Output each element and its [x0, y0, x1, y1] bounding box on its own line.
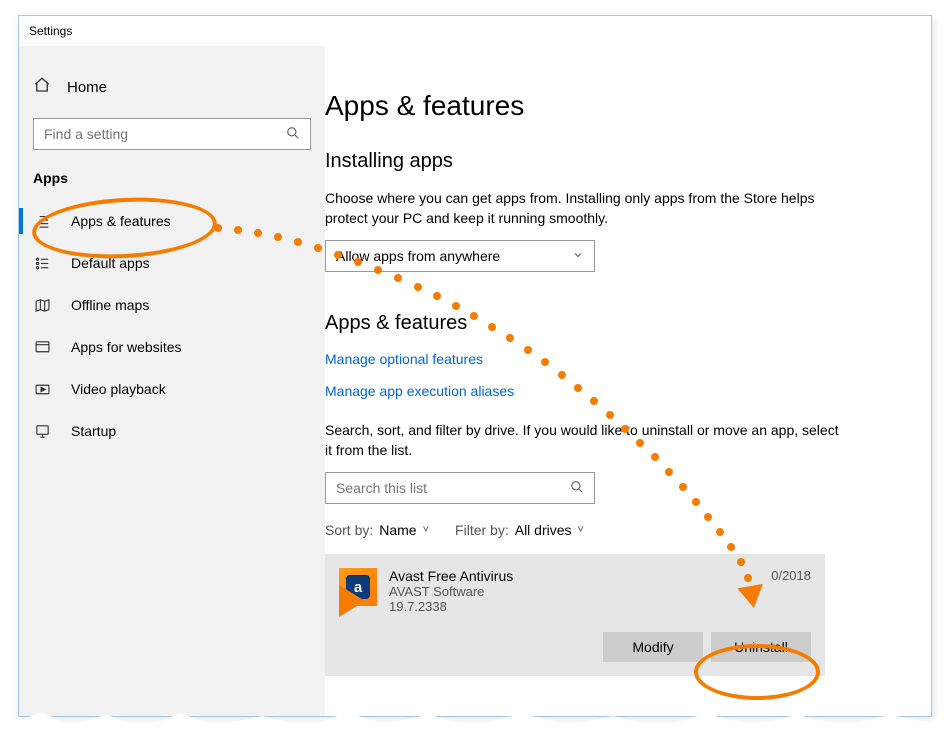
link-manage-execution-aliases[interactable]: Manage app execution aliases: [325, 383, 891, 399]
sidebar: Home Apps Apps & features: [19, 46, 325, 716]
search-icon: [286, 126, 300, 143]
app-search-input[interactable]: [336, 480, 570, 496]
sort-by[interactable]: Sort by: Name ˅: [325, 522, 429, 538]
filter-description: Search, sort, and filter by drive. If yo…: [325, 421, 845, 460]
startup-icon: [33, 422, 51, 440]
filter-by[interactable]: Filter by: All drives ˅: [455, 522, 584, 538]
sidebar-item-offline-maps[interactable]: Offline maps: [19, 284, 325, 326]
sort-value: Name: [379, 522, 416, 538]
app-list-item[interactable]: a Avast Free Antivirus AVAST Software 19…: [325, 554, 825, 676]
app-install-date: 0/2018: [771, 568, 811, 583]
sidebar-item-label: Default apps: [71, 255, 150, 271]
sidebar-section-label: Apps: [19, 170, 325, 200]
subsection-title: Apps & features: [325, 312, 891, 335]
sidebar-item-label: Video playback: [71, 381, 166, 397]
sidebar-nav: Apps & features Default apps Offline map…: [19, 200, 325, 452]
avast-app-icon: a: [339, 568, 377, 606]
settings-body: Home Apps Apps & features: [19, 46, 931, 716]
window-title: Settings: [29, 24, 72, 38]
chevron-down-icon: ˅: [578, 524, 584, 536]
app-name: Avast Free Antivirus: [389, 568, 811, 584]
sidebar-item-default-apps[interactable]: Default apps: [19, 242, 325, 284]
content-inner: Apps & features Installing apps Choose w…: [325, 90, 891, 676]
modify-button[interactable]: Modify: [603, 632, 703, 662]
install-description: Choose where you can get apps from. Inst…: [325, 189, 845, 228]
sidebar-item-startup[interactable]: Startup: [19, 410, 325, 452]
search-icon: [570, 480, 584, 497]
defaults-icon: [33, 254, 51, 272]
sidebar-item-label: Apps & features: [71, 213, 171, 229]
section-install-title: Installing apps: [325, 150, 891, 173]
sidebar-item-apps-features[interactable]: Apps & features: [19, 200, 325, 242]
install-source-value: Allow apps from anywhere: [336, 248, 500, 264]
app-vendor: AVAST Software: [389, 584, 811, 599]
chevron-down-icon: [572, 249, 584, 264]
video-icon: [33, 380, 51, 398]
home-icon: [33, 76, 51, 98]
sidebar-home[interactable]: Home: [19, 66, 325, 118]
sidebar-item-label: Apps for websites: [71, 339, 182, 355]
sidebar-item-video-playback[interactable]: Video playback: [19, 368, 325, 410]
sidebar-item-label: Offline maps: [71, 297, 149, 313]
link-manage-optional-features[interactable]: Manage optional features: [325, 351, 891, 367]
sidebar-item-label: Startup: [71, 423, 116, 439]
sidebar-home-label: Home: [67, 79, 107, 96]
chevron-down-icon: ˅: [423, 524, 429, 536]
map-icon: [33, 296, 51, 314]
filter-value: All drives: [515, 522, 572, 538]
sidebar-search-wrap: [19, 118, 325, 170]
list-detail-icon: [33, 212, 51, 230]
sidebar-search-input[interactable]: [44, 126, 286, 142]
app-row: a Avast Free Antivirus AVAST Software 19…: [339, 568, 811, 614]
sort-filter-row: Sort by: Name ˅ Filter by: All drives ˅: [325, 522, 891, 538]
page-title: Apps & features: [325, 90, 891, 122]
app-search[interactable]: [325, 472, 595, 504]
app-action-buttons: Modify Uninstall: [339, 632, 811, 662]
install-source-select[interactable]: Allow apps from anywhere: [325, 240, 595, 272]
app-version: 19.7.2338: [389, 599, 811, 614]
avast-logo-icon: a: [346, 575, 370, 599]
filter-label: Filter by:: [455, 522, 509, 538]
uninstall-button[interactable]: Uninstall: [711, 632, 811, 662]
window-titlebar: Settings: [19, 16, 931, 46]
app-meta: Avast Free Antivirus AVAST Software 19.7…: [389, 568, 811, 614]
content: Apps & features Installing apps Choose w…: [325, 46, 931, 716]
sidebar-item-apps-for-websites[interactable]: Apps for websites: [19, 326, 325, 368]
apps-websites-icon: [33, 338, 51, 356]
settings-window: Settings Home Apps: [18, 15, 932, 717]
sort-label: Sort by:: [325, 522, 373, 538]
sidebar-search[interactable]: [33, 118, 311, 150]
